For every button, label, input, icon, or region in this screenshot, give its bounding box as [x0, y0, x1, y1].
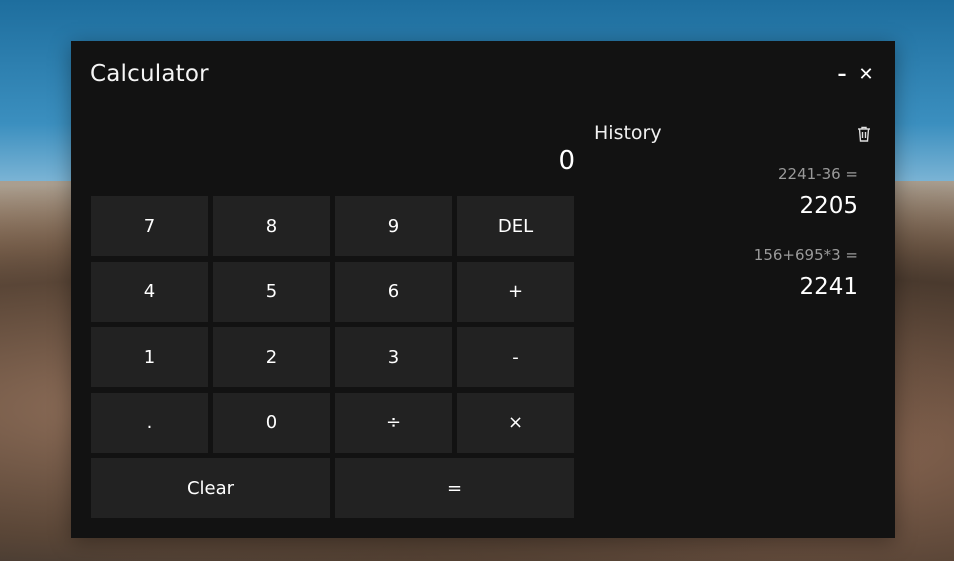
- key-6[interactable]: 6: [335, 261, 452, 322]
- equals-button[interactable]: =: [335, 458, 574, 518]
- close-icon: ✕: [858, 63, 874, 85]
- history-title: History: [594, 122, 662, 144]
- divide-button[interactable]: ÷: [335, 392, 452, 453]
- calculator-display: 0: [558, 146, 575, 176]
- key-8[interactable]: 8: [213, 196, 330, 256]
- minimize-button[interactable]: –: [831, 63, 853, 85]
- keypad: 7 8 9 DEL 4 5 6 + 1 2 3 - . 0 ÷ × Clear …: [91, 196, 575, 519]
- key-1[interactable]: 1: [91, 327, 208, 387]
- key-4[interactable]: 4: [91, 261, 208, 322]
- history-panel: History 2241-36 = 2205 156+695*3 = 2241: [594, 121, 874, 521]
- history-entry[interactable]: 156+695*3 = 2241: [754, 246, 858, 300]
- subtract-button[interactable]: -: [457, 327, 574, 387]
- history-expression: 156+695*3 =: [753, 246, 858, 264]
- history-result: 2205: [799, 193, 858, 219]
- key-0[interactable]: 0: [213, 392, 330, 453]
- key-5[interactable]: 5: [213, 261, 330, 322]
- close-button[interactable]: ✕: [855, 63, 877, 85]
- minimize-icon: –: [837, 63, 847, 85]
- key-2[interactable]: 2: [213, 327, 330, 387]
- history-entry[interactable]: 2241-36 = 2205: [778, 165, 858, 219]
- key-9[interactable]: 9: [335, 196, 452, 256]
- clear-history-button[interactable]: [856, 125, 872, 143]
- history-result: 2241: [799, 274, 858, 300]
- trash-icon: [858, 126, 870, 142]
- calculator-window: Calculator – ✕ 0 7 8 9 DEL 4 5 6 + 1 2 3…: [71, 41, 895, 538]
- multiply-button[interactable]: ×: [457, 392, 574, 453]
- history-expression: 2241-36 =: [777, 165, 858, 183]
- delete-button[interactable]: DEL: [457, 196, 574, 256]
- decimal-button[interactable]: .: [91, 392, 208, 453]
- add-button[interactable]: +: [457, 261, 574, 322]
- clear-button[interactable]: Clear: [91, 458, 330, 518]
- key-7[interactable]: 7: [91, 196, 208, 256]
- window-title: Calculator: [90, 61, 209, 87]
- key-3[interactable]: 3: [335, 327, 452, 387]
